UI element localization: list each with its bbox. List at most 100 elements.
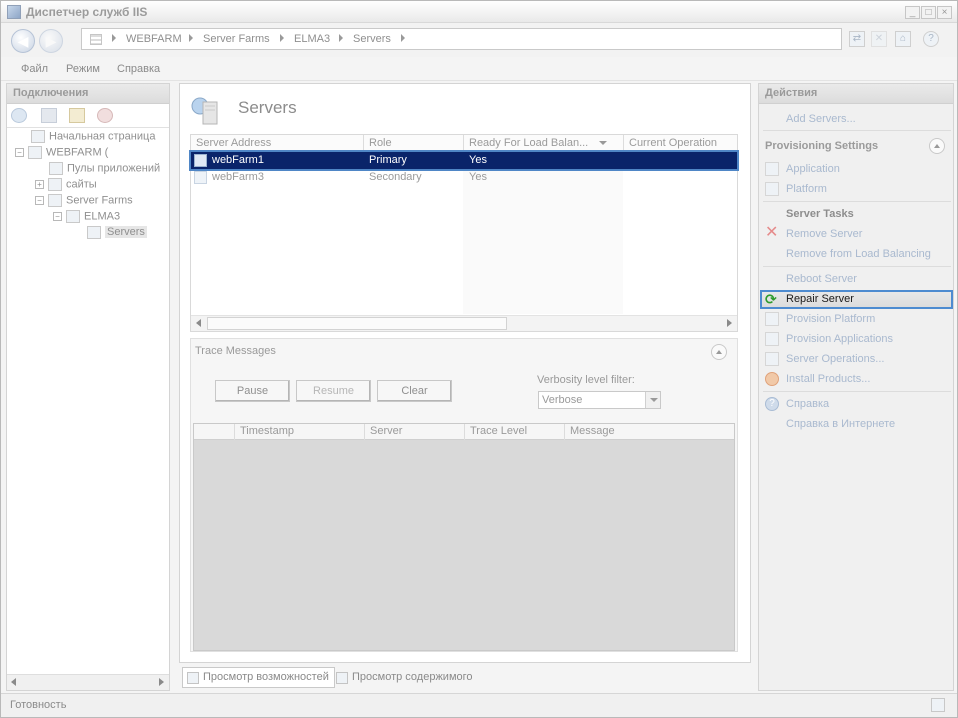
scroll-left-icon[interactable] xyxy=(196,319,201,327)
collapse-icon[interactable]: − xyxy=(35,196,44,205)
add-servers-link[interactable]: Add Servers... xyxy=(786,113,856,125)
cell-address: webFarm3 xyxy=(212,171,264,183)
connections-scrollbar[interactable] xyxy=(7,674,169,690)
trace-grid: Timestamp Server Trace Level Message xyxy=(193,423,735,651)
tab-content-view[interactable]: Просмотр содержимого xyxy=(331,667,479,688)
scroll-left-icon[interactable] xyxy=(11,678,16,686)
collapse-icon[interactable]: − xyxy=(53,212,62,221)
refresh-icon[interactable]: ⇄ xyxy=(849,31,865,47)
connect-icon[interactable] xyxy=(11,108,27,123)
server-operations-link[interactable]: Server Operations... xyxy=(786,353,884,365)
column-divider[interactable] xyxy=(363,135,364,152)
column-divider[interactable] xyxy=(234,424,235,440)
breadcrumb-server-farms[interactable]: Server Farms xyxy=(203,33,270,45)
collapse-icon[interactable]: − xyxy=(15,148,24,157)
servers-icon xyxy=(87,226,101,239)
provisioning-settings-title: Provisioning Settings xyxy=(765,140,879,152)
column-message[interactable]: Message xyxy=(570,425,615,437)
stop-icon[interactable]: ✕ xyxy=(871,31,887,47)
scroll-right-icon[interactable] xyxy=(159,678,164,686)
breadcrumb-servers[interactable]: Servers xyxy=(353,33,391,45)
cell-role: Secondary xyxy=(369,171,422,183)
resume-button[interactable]: Resume xyxy=(296,380,371,402)
address-bar[interactable]: WEBFARM Server Farms ELMA3 Servers xyxy=(81,28,842,50)
home-icon[interactable]: ⌂ xyxy=(895,31,911,47)
provision-platform-link[interactable]: Provision Platform xyxy=(786,313,875,325)
column-ready[interactable]: Ready For Load Balan... xyxy=(469,137,588,149)
window-title: Диспетчер служб IIS xyxy=(26,5,148,19)
save-icon[interactable] xyxy=(41,108,57,123)
column-trace-level[interactable]: Trace Level xyxy=(470,425,527,437)
app-pools-icon xyxy=(49,162,63,175)
features-view-icon xyxy=(187,672,199,684)
column-timestamp[interactable]: Timestamp xyxy=(240,425,294,437)
dropdown-arrow-icon[interactable] xyxy=(645,392,660,408)
repair-server-link[interactable]: Repair Server xyxy=(786,293,854,305)
reboot-server-link[interactable]: Reboot Server xyxy=(786,273,857,285)
collapse-chevron-icon[interactable] xyxy=(711,344,727,360)
breadcrumb-webfarm[interactable]: WEBFARM xyxy=(126,33,182,45)
cell-address: webFarm1 xyxy=(212,154,264,166)
divider xyxy=(763,130,951,131)
column-divider[interactable] xyxy=(623,135,624,152)
iis-app-icon xyxy=(7,5,21,19)
column-server-address[interactable]: Server Address xyxy=(196,137,271,149)
menu-bar: Файл Режим Справка xyxy=(1,57,957,81)
scroll-right-icon[interactable] xyxy=(727,319,732,327)
tree-server-farms[interactable]: − Server Farms xyxy=(35,194,133,210)
tree-elma3[interactable]: − ELMA3 xyxy=(53,210,120,226)
remove-server-link[interactable]: Remove Server xyxy=(786,228,862,240)
install-products-link[interactable]: Install Products... xyxy=(786,373,870,385)
server-icon xyxy=(194,154,207,167)
column-current-operation[interactable]: Current Operation xyxy=(629,137,717,149)
chevron-right-icon xyxy=(189,34,193,42)
tree-servers[interactable]: Servers xyxy=(87,226,147,242)
column-server[interactable]: Server xyxy=(370,425,402,437)
back-icon[interactable]: ◀ xyxy=(11,29,35,53)
clear-button[interactable]: Clear xyxy=(377,380,452,402)
close-button[interactable]: × xyxy=(937,6,952,19)
title-bar: Диспетчер служб IIS _ □ × xyxy=(1,1,957,23)
remove-from-load-balancing-link[interactable]: Remove from Load Balancing xyxy=(786,248,931,260)
menu-help[interactable]: Справка xyxy=(117,63,160,75)
collapse-chevron-icon[interactable] xyxy=(929,138,945,154)
iis-manager-window: Диспетчер служб IIS _ □ × ◀ ▶ WEBFARM Se… xyxy=(0,0,958,718)
expand-icon[interactable]: + xyxy=(35,180,44,189)
tree-webfarm[interactable]: − WEBFARM ( xyxy=(15,146,108,162)
application-link[interactable]: Application xyxy=(786,163,840,175)
forward-icon[interactable]: ▶ xyxy=(39,29,63,53)
column-divider[interactable] xyxy=(463,135,464,152)
verbosity-label: Verbosity level filter: xyxy=(537,374,635,386)
up-folder-icon[interactable] xyxy=(69,108,85,123)
servers-grid-scrollbar[interactable] xyxy=(191,315,737,331)
table-row[interactable]: webFarm1 Primary Yes xyxy=(189,150,739,171)
tree-sites[interactable]: + сайты xyxy=(35,178,97,194)
help-link[interactable]: Справка xyxy=(786,398,829,410)
divider xyxy=(763,391,951,392)
network-status-icon xyxy=(931,698,945,712)
menu-file[interactable]: Файл xyxy=(21,63,48,75)
connections-panel: Подключения Начальная страница − WEBFARM … xyxy=(6,83,170,691)
help-icon[interactable]: ? xyxy=(923,31,939,47)
column-divider[interactable] xyxy=(464,424,465,440)
tree-start-page[interactable]: Начальная страница xyxy=(31,130,155,146)
maximize-button[interactable]: □ xyxy=(921,6,936,19)
minimize-button[interactable]: _ xyxy=(905,6,920,19)
repair-icon: ⟳ xyxy=(765,291,777,307)
online-help-link[interactable]: Справка в Интернете xyxy=(786,418,895,430)
tree-app-pools[interactable]: Пулы приложений xyxy=(49,162,160,178)
table-row[interactable]: webFarm3 Secondary Yes xyxy=(191,169,737,186)
server-icon xyxy=(194,171,207,184)
column-role[interactable]: Role xyxy=(369,137,392,149)
breadcrumb-elma3[interactable]: ELMA3 xyxy=(294,33,330,45)
pause-button[interactable]: Pause xyxy=(215,380,290,402)
provision-applications-link[interactable]: Provision Applications xyxy=(786,333,893,345)
platform-link[interactable]: Platform xyxy=(786,183,827,195)
verbosity-select[interactable]: Verbose xyxy=(538,391,661,409)
tab-features-view[interactable]: Просмотр возможностей xyxy=(182,667,335,688)
column-divider[interactable] xyxy=(364,424,365,440)
menu-view[interactable]: Режим xyxy=(66,63,100,75)
disconnect-icon[interactable] xyxy=(97,108,113,123)
column-divider[interactable] xyxy=(564,424,565,440)
scroll-thumb[interactable] xyxy=(207,317,507,330)
